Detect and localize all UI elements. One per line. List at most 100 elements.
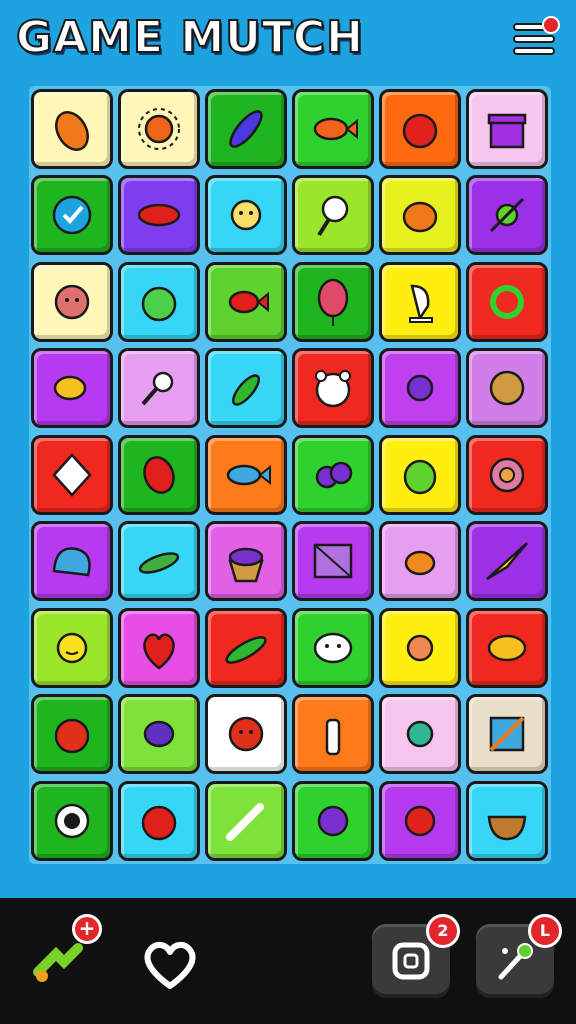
fish-icon bbox=[313, 117, 358, 141]
tile[interactable] bbox=[31, 607, 113, 688]
bird-icon bbox=[404, 550, 436, 576]
tile[interactable] bbox=[292, 780, 374, 861]
gift-box-icon bbox=[487, 113, 527, 149]
bowl-icon bbox=[487, 815, 527, 840]
tile[interactable] bbox=[466, 607, 548, 688]
tomato-icon bbox=[402, 113, 438, 149]
tile[interactable] bbox=[379, 780, 461, 861]
lime-icon bbox=[403, 459, 437, 495]
tile[interactable] bbox=[466, 521, 548, 602]
flower-purple-icon bbox=[406, 375, 434, 402]
purple-flower-icon bbox=[317, 805, 349, 836]
toy-arrow-icon bbox=[489, 198, 525, 233]
tile[interactable] bbox=[118, 780, 200, 861]
balloon-icon bbox=[317, 278, 349, 326]
tile[interactable] bbox=[31, 780, 113, 861]
tile[interactable] bbox=[292, 175, 374, 256]
tile[interactable] bbox=[31, 89, 113, 169]
tile[interactable] bbox=[379, 521, 461, 602]
game-board bbox=[29, 86, 551, 864]
shuffle-badge: 2 bbox=[426, 914, 460, 948]
tile[interactable] bbox=[379, 694, 461, 775]
tile[interactable] bbox=[466, 694, 548, 775]
tile[interactable] bbox=[118, 261, 200, 342]
shuffle-icon bbox=[392, 942, 430, 980]
tile[interactable] bbox=[292, 694, 374, 775]
tile[interactable] bbox=[205, 434, 287, 515]
tile[interactable] bbox=[292, 348, 374, 429]
sun-icon bbox=[138, 108, 180, 150]
cupcake-icon bbox=[228, 547, 264, 583]
tile[interactable] bbox=[205, 694, 287, 775]
tile[interactable] bbox=[118, 607, 200, 688]
flower-face-icon bbox=[406, 634, 434, 661]
tile[interactable] bbox=[466, 261, 548, 342]
game-title: GAME MUTCH bbox=[15, 11, 364, 64]
tile[interactable] bbox=[466, 780, 548, 861]
menu-button[interactable] bbox=[510, 14, 562, 66]
strawberry-icon bbox=[54, 718, 90, 754]
smiley-icon bbox=[313, 632, 353, 663]
pencil-icon bbox=[226, 802, 264, 841]
favorite-button[interactable] bbox=[138, 932, 202, 996]
tile[interactable] bbox=[379, 261, 461, 342]
tile[interactable] bbox=[466, 348, 548, 429]
tile[interactable] bbox=[205, 521, 287, 602]
tile[interactable] bbox=[31, 521, 113, 602]
tile[interactable] bbox=[379, 175, 461, 256]
sun-face-icon bbox=[230, 200, 262, 231]
tile[interactable] bbox=[118, 348, 200, 429]
sun-smile-icon bbox=[56, 632, 88, 663]
hint-button[interactable]: + bbox=[28, 914, 102, 988]
tile[interactable] bbox=[205, 348, 287, 429]
tile[interactable] bbox=[205, 780, 287, 861]
red-face-icon bbox=[228, 716, 264, 752]
carrot-icon bbox=[55, 111, 89, 151]
yarn-ball-icon bbox=[489, 371, 525, 406]
tile[interactable] bbox=[118, 434, 200, 515]
tile[interactable] bbox=[205, 89, 287, 169]
shuffle-button[interactable]: 2 bbox=[372, 914, 460, 998]
heart-outline-icon bbox=[144, 942, 196, 989]
hint-badge: + bbox=[72, 914, 102, 944]
magic-wand-icon bbox=[498, 943, 533, 980]
tile[interactable] bbox=[118, 694, 200, 775]
magic-wand-button[interactable]: L bbox=[476, 914, 562, 998]
pencil-box-icon bbox=[489, 716, 525, 752]
tile[interactable] bbox=[31, 434, 113, 515]
apple-green-icon bbox=[141, 286, 177, 322]
red-planet-icon bbox=[404, 805, 436, 836]
tile[interactable] bbox=[466, 89, 548, 169]
tile[interactable] bbox=[292, 607, 374, 688]
tile[interactable] bbox=[379, 348, 461, 429]
tile[interactable] bbox=[379, 89, 461, 169]
racket-icon bbox=[317, 196, 349, 237]
tile[interactable] bbox=[466, 175, 548, 256]
bottom-toolbar: + 2 L bbox=[0, 898, 576, 1024]
tile[interactable] bbox=[205, 261, 287, 342]
tile[interactable] bbox=[292, 261, 374, 342]
tile[interactable] bbox=[118, 89, 200, 169]
face-icon bbox=[54, 284, 90, 320]
menu-notification-dot bbox=[542, 16, 560, 34]
tile[interactable] bbox=[292, 521, 374, 602]
rose-icon bbox=[489, 457, 525, 493]
yellow-fish-icon bbox=[53, 376, 87, 401]
tile[interactable] bbox=[292, 89, 374, 169]
tile[interactable] bbox=[205, 175, 287, 256]
tile[interactable] bbox=[31, 261, 113, 342]
tile[interactable] bbox=[31, 175, 113, 256]
heart-apple-icon bbox=[143, 633, 175, 670]
tile[interactable] bbox=[31, 694, 113, 775]
tile[interactable] bbox=[31, 348, 113, 429]
tile[interactable] bbox=[118, 521, 200, 602]
tile[interactable] bbox=[205, 607, 287, 688]
tile[interactable] bbox=[118, 175, 200, 256]
tile[interactable] bbox=[379, 434, 461, 515]
tile[interactable] bbox=[379, 607, 461, 688]
tile[interactable] bbox=[466, 434, 548, 515]
tile[interactable] bbox=[292, 434, 374, 515]
pepper-green-icon bbox=[231, 374, 261, 407]
knot-icon bbox=[490, 284, 524, 319]
bear-face-icon bbox=[315, 370, 351, 408]
